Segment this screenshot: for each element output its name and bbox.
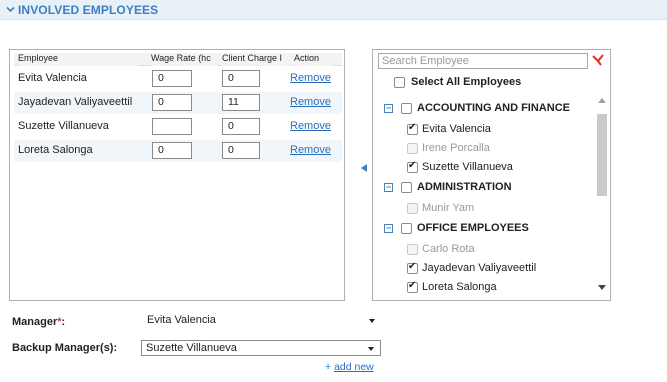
plus-icon: + — [325, 361, 332, 373]
remove-link[interactable]: Remove — [290, 72, 331, 84]
employee-option: Carlo Rota — [422, 243, 475, 255]
table-row: Loreta Salonga 0 0 Remove — [14, 140, 342, 162]
section-header[interactable]: INVOLVED EMPLOYEES — [0, 0, 667, 20]
employee-checkbox — [407, 244, 418, 255]
collapse-group-icon[interactable]: − — [384, 183, 393, 192]
select-all-checkbox[interactable] — [394, 77, 405, 88]
manager-label: Manager*: — [12, 316, 66, 328]
select-all-label: Select All Employees — [411, 76, 522, 88]
backup-manager-label: Backup Manager(s): — [12, 342, 118, 354]
client-charge-input[interactable]: 11 — [222, 94, 260, 111]
column-header-client-charge: Client Charge I — [222, 53, 292, 66]
employee-option[interactable]: Loreta Salonga — [422, 281, 497, 293]
group-checkbox-office[interactable] — [401, 223, 412, 234]
client-charge-input[interactable]: 0 — [222, 142, 260, 159]
client-charge-input[interactable]: 0 — [222, 118, 260, 135]
employee-checkbox — [407, 143, 418, 154]
column-header-wage-rate: Wage Rate (hc — [151, 53, 217, 66]
client-charge-input[interactable]: 0 — [222, 70, 260, 87]
employee-name: Loreta Salonga — [18, 144, 93, 156]
employee-checkbox[interactable] — [407, 160, 418, 173]
group-checkbox-administration[interactable] — [401, 182, 412, 193]
group-label-administration: ADMINISTRATION — [417, 181, 512, 193]
wage-rate-input[interactable]: 0 — [152, 94, 192, 111]
column-header-employee: Employee — [18, 53, 138, 66]
employee-option: Irene Porcalla — [422, 142, 490, 154]
table-row: Evita Valencia 0 0 Remove — [14, 68, 342, 90]
manager-selected-value: Evita Valencia — [147, 314, 216, 326]
section-title: INVOLVED EMPLOYEES — [18, 3, 159, 17]
dropdown-arrow-icon — [368, 347, 374, 351]
chevron-down-icon — [6, 6, 15, 13]
employee-name: Evita Valencia — [18, 72, 87, 84]
dropdown-arrow-icon — [369, 319, 375, 323]
employee-picker: Search Employee Select All Employees − A… — [372, 49, 611, 301]
involved-employees-table: Employee Wage Rate (hc Client Charge I A… — [9, 49, 345, 301]
wage-rate-input[interactable]: 0 — [152, 70, 192, 87]
table-row: Suzette Villanueva 0 Remove — [14, 116, 342, 138]
employee-name: Jayadevan Valiyaveettil — [18, 96, 133, 108]
backup-manager-selected-value: Suzette Villanueva — [146, 342, 237, 354]
collapse-group-icon[interactable]: − — [384, 104, 393, 113]
table-row: Jayadevan Valiyaveettil 0 11 Remove — [14, 92, 342, 114]
wage-rate-input[interactable] — [152, 118, 192, 135]
collapse-group-icon[interactable]: − — [384, 224, 393, 233]
employee-option: Munir Yam — [422, 202, 475, 214]
clear-search-icon[interactable] — [592, 54, 604, 66]
employee-option[interactable]: Evita Valencia — [422, 123, 491, 135]
move-left-arrow-icon[interactable] — [361, 164, 367, 172]
employee-name: Suzette Villanueva — [18, 120, 109, 132]
scroll-up-arrow-icon[interactable] — [598, 97, 606, 103]
employee-checkbox[interactable] — [407, 280, 418, 293]
backup-manager-select[interactable]: Suzette Villanueva — [141, 340, 381, 356]
picker-scrollbar[interactable] — [595, 94, 608, 297]
remove-link[interactable]: Remove — [290, 96, 331, 108]
remove-link[interactable]: Remove — [290, 120, 331, 132]
wage-rate-input[interactable]: 0 — [152, 142, 192, 159]
manager-select[interactable]: Evita Valencia — [143, 313, 381, 329]
remove-link[interactable]: Remove — [290, 144, 331, 156]
scrollbar-thumb[interactable] — [597, 114, 607, 196]
column-header-action: Action — [294, 53, 334, 66]
scroll-down-arrow-icon[interactable] — [598, 285, 606, 291]
employee-checkbox[interactable] — [407, 122, 418, 135]
employee-checkbox[interactable] — [407, 261, 418, 274]
add-new-link[interactable]: + add new — [325, 361, 374, 373]
employee-checkbox — [407, 203, 418, 214]
group-label-accounting: ACCOUNTING AND FINANCE — [417, 102, 570, 114]
employee-option[interactable]: Suzette Villanueva — [422, 161, 513, 173]
search-employee-input[interactable]: Search Employee — [378, 53, 588, 69]
group-checkbox-accounting[interactable] — [401, 103, 412, 114]
employee-option[interactable]: Jayadevan Valiyaveettil — [422, 262, 536, 274]
group-label-office: OFFICE EMPLOYEES — [417, 222, 529, 234]
